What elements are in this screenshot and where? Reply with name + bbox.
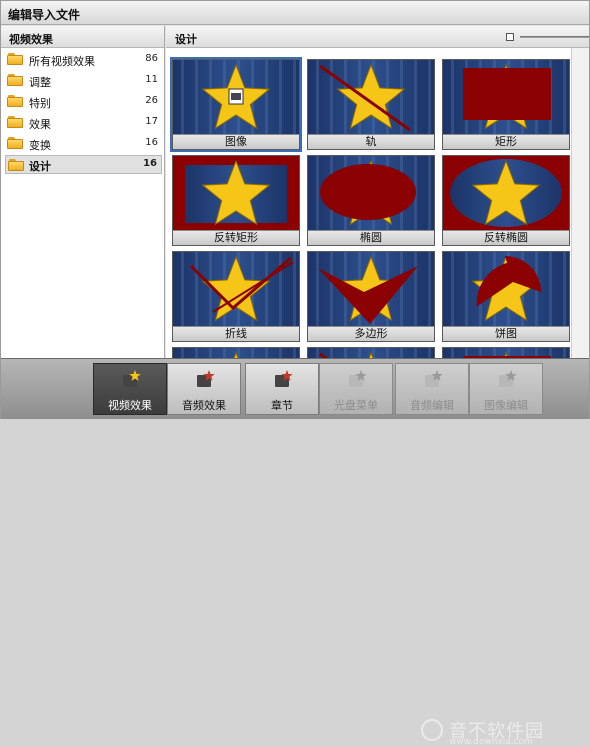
watermark: 音不软件园 www.downxia.com bbox=[421, 717, 581, 747]
sidebar-item-label: 变换 bbox=[29, 139, 51, 152]
chapters-icon bbox=[273, 370, 293, 390]
toolbar-button-label: 图像编辑 bbox=[484, 399, 528, 412]
watermark-logo-icon bbox=[421, 719, 443, 741]
sidebar-item[interactable]: 效果 17 bbox=[5, 113, 162, 132]
toolbar-button-2[interactable]: 音频效果 bbox=[167, 363, 241, 415]
sidebar-item[interactable]: 调整 11 bbox=[5, 71, 162, 90]
effect-caption: 椭圆 bbox=[308, 230, 434, 245]
toolbar-button-label: 章节 bbox=[271, 399, 293, 412]
zoom-toggle-icon[interactable] bbox=[506, 33, 514, 41]
toolbar-button-6[interactable]: 图像编辑 bbox=[469, 363, 543, 415]
image-edit-icon bbox=[497, 370, 517, 390]
toolbar-button-label: 光盘菜单 bbox=[334, 399, 378, 412]
toolbar-button-3[interactable]: 章节 bbox=[245, 363, 319, 415]
effect-caption: 折线 bbox=[173, 326, 299, 341]
panel-title: 设计 bbox=[175, 33, 197, 46]
toolbar-button-1[interactable]: 视频效果 bbox=[93, 363, 167, 415]
sidebar-item-count: 16 bbox=[143, 158, 157, 169]
effect-tile-ellipse[interactable]: 椭圆 bbox=[307, 155, 435, 246]
effect-tile-partial[interactable] bbox=[307, 347, 435, 358]
editor-window: 编辑导入文件 视频效果 所有视频效果 86 调整 11 特别 26 效果 17 变换 16 设计 16… bbox=[0, 0, 590, 747]
effect-caption: 矩形 bbox=[443, 134, 569, 149]
audio-effects-icon bbox=[195, 370, 215, 390]
effect-tile-pie[interactable]: 饼图 bbox=[442, 251, 570, 342]
effect-caption: 饼图 bbox=[443, 326, 569, 341]
category-list: 所有视频效果 86 调整 11 特别 26 效果 17 变换 16 设计 16 bbox=[1, 50, 164, 174]
toolbar-button-label: 音频编辑 bbox=[410, 399, 454, 412]
effect-tile-rect[interactable]: 矩形 bbox=[442, 59, 570, 150]
effect-tile-polyline[interactable]: 折线 bbox=[172, 251, 300, 342]
sidebar-item-count: 16 bbox=[145, 137, 158, 148]
sidebar-item-label: 效果 bbox=[29, 118, 51, 131]
effect-tile-track[interactable]: 轨 bbox=[307, 59, 435, 150]
folder-icon bbox=[7, 53, 23, 65]
audio-edit-icon bbox=[423, 370, 443, 390]
effect-caption: 多边形 bbox=[308, 326, 434, 341]
sidebar-item-count: 26 bbox=[145, 95, 158, 106]
sidebar-item[interactable]: 特别 26 bbox=[5, 92, 162, 111]
folder-icon bbox=[7, 116, 23, 128]
effect-caption: 图像 bbox=[173, 134, 299, 149]
sidebar-item[interactable]: 所有视频效果 86 bbox=[5, 50, 162, 69]
video-effects-icon bbox=[121, 370, 141, 390]
bottom-toolbar: 图像编辑 音频编辑 光盘菜单 章节 音频效果 视频效果 音不软件园 www.downxia… bbox=[1, 358, 589, 747]
sidebar-header: 视频效果 bbox=[1, 26, 164, 48]
sidebar-item-label: 特别 bbox=[29, 97, 51, 110]
sidebar-item[interactable]: 变换 16 bbox=[5, 134, 162, 153]
sidebar-item-count: 86 bbox=[145, 53, 158, 64]
panel-header: 设计 bbox=[166, 26, 589, 48]
effects-sidebar: 视频效果 所有视频效果 86 调整 11 特别 26 效果 17 变换 16 设计 16 bbox=[1, 26, 165, 358]
effect-tile-partial[interactable] bbox=[172, 347, 300, 358]
sidebar-item[interactable]: 设计 16 bbox=[5, 155, 162, 174]
effect-tile-inv-ellipse[interactable]: 反转椭圆 bbox=[442, 155, 570, 246]
effect-caption: 反转矩形 bbox=[173, 230, 299, 245]
folder-icon bbox=[7, 95, 23, 107]
window-title: 编辑导入文件 bbox=[1, 1, 589, 25]
sidebar-item-label: 所有视频效果 bbox=[29, 55, 95, 68]
folder-icon bbox=[8, 159, 24, 171]
folder-icon bbox=[7, 74, 23, 86]
sidebar-item-label: 调整 bbox=[29, 76, 51, 89]
folder-icon bbox=[7, 137, 23, 149]
watermark-url: www.downxia.com bbox=[449, 737, 533, 747]
grid-scrollbar[interactable] bbox=[571, 48, 589, 358]
effect-tile-partial[interactable] bbox=[442, 347, 570, 358]
sidebar-item-count: 11 bbox=[145, 74, 158, 85]
sidebar-item-label: 设计 bbox=[29, 160, 51, 173]
disc-menu-icon bbox=[347, 370, 367, 390]
toolbar-button-label: 视频效果 bbox=[108, 399, 152, 412]
toolbar-button-label: 音频效果 bbox=[182, 399, 226, 412]
effects-grid: 图像轨矩形反转矩形 椭圆 反转椭圆折线 多边形 饼图 bbox=[166, 49, 589, 358]
effect-tile-inv-rect[interactable]: 反转矩形 bbox=[172, 155, 300, 246]
effects-panel: 设计 图像轨矩形反转矩形 椭圆 反转椭圆折线 多边形 饼图 bbox=[166, 26, 589, 358]
toolbar-button-4[interactable]: 光盘菜单 bbox=[319, 363, 393, 415]
effect-caption: 反转椭圆 bbox=[443, 230, 569, 245]
zoom-slider[interactable] bbox=[520, 36, 589, 38]
sidebar-item-count: 17 bbox=[145, 116, 158, 127]
effect-tile-polygon[interactable]: 多边形 bbox=[307, 251, 435, 342]
effect-caption: 轨 bbox=[308, 134, 434, 149]
effect-tile-image[interactable]: 图像 bbox=[170, 57, 302, 152]
toolbar-button-5[interactable]: 音频编辑 bbox=[395, 363, 469, 415]
